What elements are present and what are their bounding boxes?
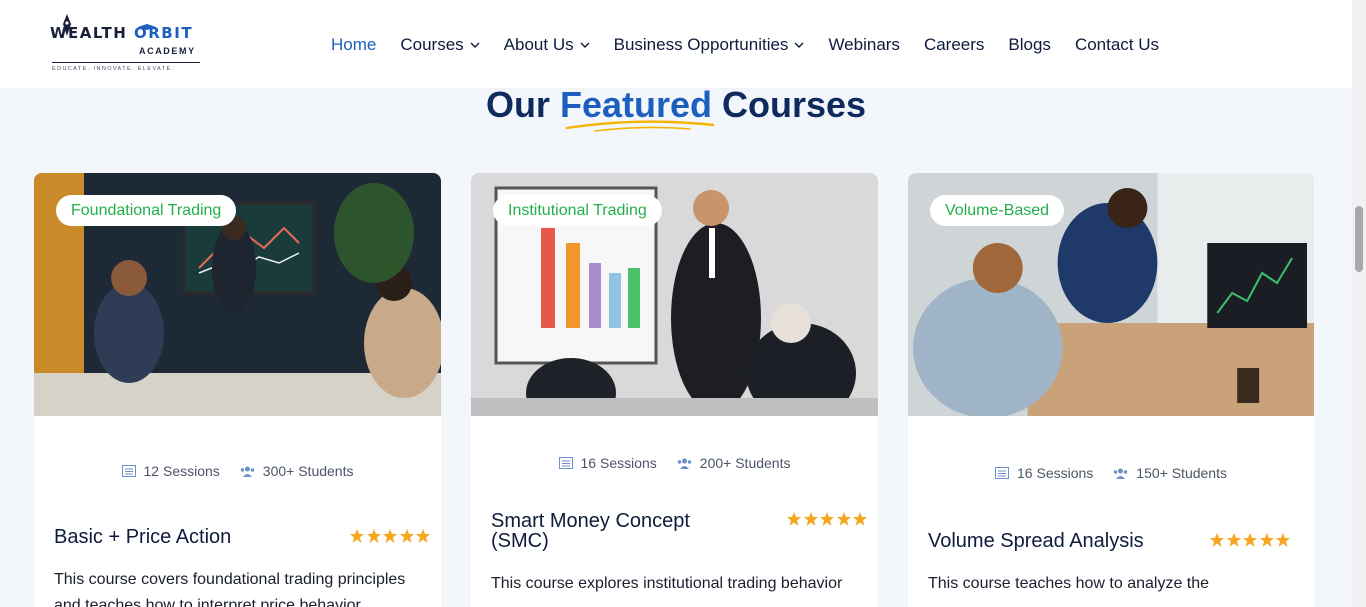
students-count: 300+ Students bbox=[240, 463, 353, 479]
course-description: This course explores institutional tradi… bbox=[491, 575, 843, 592]
star-icon bbox=[1226, 533, 1241, 547]
course-title[interactable]: Basic + Price Action bbox=[54, 527, 294, 547]
page-scrollbar[interactable] bbox=[1352, 0, 1366, 607]
list-icon bbox=[558, 457, 573, 469]
main-nav: Home Courses About Us Business Opportuni… bbox=[331, 35, 1183, 55]
course-description: This course teaches how to analyze the bbox=[928, 575, 1210, 592]
nav-about-us[interactable]: About Us bbox=[504, 35, 590, 55]
sessions-count: 16 Sessions bbox=[995, 465, 1093, 481]
underline-swoosh bbox=[565, 120, 715, 132]
nav-home[interactable]: Home bbox=[331, 35, 376, 55]
brand-wordmark: WEALTH ORBIT bbox=[50, 24, 194, 42]
nav-business-opportunities[interactable]: Business Opportunities bbox=[614, 35, 805, 55]
nav-contact-us[interactable]: Contact Us bbox=[1075, 35, 1159, 55]
students-count: 150+ Students bbox=[1113, 465, 1227, 481]
course-meta: 16 Sessions 200+ Students bbox=[471, 455, 878, 471]
star-icon bbox=[803, 512, 818, 526]
nav-careers[interactable]: Careers bbox=[924, 35, 984, 55]
star-icon bbox=[1276, 533, 1290, 547]
course-title[interactable]: Volume Spread Analysis bbox=[928, 531, 1168, 551]
nav-webinars[interactable]: Webinars bbox=[828, 35, 900, 55]
list-icon bbox=[995, 467, 1010, 479]
course-tag-badge: Foundational Trading bbox=[56, 195, 237, 226]
star-icon bbox=[366, 529, 381, 543]
star-icon bbox=[1259, 533, 1274, 547]
course-meta: 12 Sessions 300+ Students bbox=[34, 463, 441, 479]
nav-blogs[interactable]: Blogs bbox=[1008, 35, 1051, 55]
brand-tagline: EDUCATE. INNOVATE. ELEVATE. bbox=[52, 66, 175, 72]
star-icon bbox=[820, 512, 834, 526]
chevron-down-icon bbox=[794, 42, 804, 48]
star-icon bbox=[853, 512, 867, 526]
star-icon bbox=[1243, 533, 1257, 547]
course-tag-badge: Institutional Trading bbox=[493, 195, 662, 226]
course-description: This course covers foundational trading … bbox=[54, 571, 406, 607]
nav-courses[interactable]: Courses bbox=[400, 35, 480, 55]
star-icon bbox=[787, 512, 801, 526]
star-icon bbox=[836, 512, 851, 526]
chevron-down-icon bbox=[470, 42, 480, 48]
star-icon bbox=[350, 529, 364, 543]
scrollbar-thumb[interactable] bbox=[1355, 206, 1363, 272]
course-meta: 16 Sessions 150+ Students bbox=[908, 465, 1314, 481]
sessions-count: 16 Sessions bbox=[558, 455, 657, 471]
star-icon bbox=[416, 529, 430, 543]
star-icon bbox=[1210, 533, 1224, 547]
star-icon bbox=[383, 529, 397, 543]
users-icon bbox=[240, 466, 254, 477]
users-icon bbox=[677, 458, 691, 469]
course-title[interactable]: Smart Money Concept (SMC) bbox=[491, 511, 711, 551]
sessions-count: 12 Sessions bbox=[121, 463, 220, 479]
brand-sub: ACADEMY bbox=[139, 46, 196, 56]
students-count: 200+ Students bbox=[677, 455, 790, 471]
users-icon bbox=[1114, 468, 1128, 479]
course-card[interactable]: Institutional Trading 16 Sessions 200+ S… bbox=[471, 173, 878, 607]
graduation-cap-icon bbox=[138, 24, 156, 30]
rating-stars bbox=[786, 511, 869, 527]
star-icon bbox=[399, 529, 414, 543]
site-header: WEALTH ORBIT ACADEMY EDUCATE. INNOVATE. … bbox=[0, 0, 1352, 89]
course-card[interactable]: Volume-Based 16 Sessions 150+ Students V… bbox=[908, 173, 1314, 607]
chevron-down-icon bbox=[580, 42, 590, 48]
rating-stars bbox=[1209, 532, 1292, 548]
course-card[interactable]: Foundational Trading 12 Sessions 300+ St… bbox=[34, 173, 441, 607]
brand-divider bbox=[52, 62, 200, 63]
brand-logo[interactable]: WEALTH ORBIT ACADEMY EDUCATE. INNOVATE. … bbox=[50, 14, 202, 74]
rating-stars bbox=[349, 528, 432, 544]
course-tag-badge: Volume-Based bbox=[930, 195, 1065, 226]
list-icon bbox=[121, 465, 136, 477]
